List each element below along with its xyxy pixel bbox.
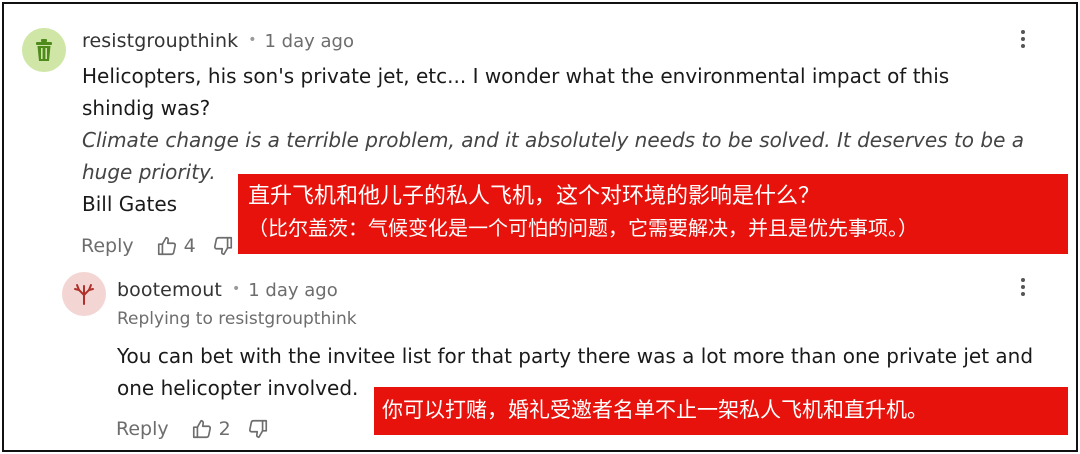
separator-dot: • [248,32,257,48]
like-count: 4 [183,235,196,257]
trash-can-icon [36,39,52,61]
translation-line: 直升飞机和他儿子的私人飞机，这个对环境的影响是什么？ [248,184,821,209]
timestamp[interactable]: 1 day ago [248,280,337,301]
thumbs-up-icon [192,419,211,439]
timestamp[interactable]: 1 day ago [264,31,353,52]
kebab-dot [1021,37,1025,41]
tree-icon [74,284,94,305]
thumbs-down-icon [248,419,267,439]
translation-caption: 你可以打赌，婚礼受邀者名单不止一架私人飞机和直升机。 [374,387,1068,435]
separator-dot: • [231,281,241,297]
replying-to-link[interactable]: Replying to resistgroupthink [117,309,357,329]
thumbs-up-icon [157,236,176,256]
more-options-button[interactable] [1013,28,1033,50]
translation-line: （比尔盖茨：气候变化是一个可怕的问题，它需要解决，并且是优先事项。） [248,216,918,240]
like-button[interactable]: 2 [191,418,231,440]
dislike-button[interactable] [212,235,234,257]
dislike-button[interactable] [247,418,269,440]
kebab-dot [1021,30,1025,34]
username[interactable]: resistgroupthink [82,30,238,52]
avatar[interactable] [22,28,66,72]
thumbs-down-icon [213,236,232,256]
comment-actions: Reply 4 [81,235,234,257]
like-button[interactable]: 4 [156,235,196,257]
reply-button[interactable]: Reply [81,235,134,257]
comment-meta: resistgroupthink • 1 day ago [82,30,354,52]
kebab-dot [1021,285,1025,289]
quote-attribution: Bill Gates [82,192,178,216]
translation-caption: 直升飞机和他儿子的私人飞机，这个对环境的影响是什么？ （比尔盖茨：气候变化是一个… [238,174,1068,254]
username[interactable]: bootemout [117,279,222,301]
like-count: 2 [218,418,231,440]
translation-line: 你可以打赌，婚礼受邀者名单不止一架私人飞机和直升机。 [382,398,928,422]
kebab-dot [1021,278,1025,282]
more-options-button[interactable] [1013,276,1033,298]
comment-actions: Reply 2 [116,418,269,440]
comment-body: Helicopters, his son's private jet, etc.… [82,64,950,120]
comment-meta: bootemout • 1 day ago [117,279,338,301]
kebab-dot [1021,44,1025,48]
reply-button[interactable]: Reply [116,418,169,440]
avatar[interactable] [62,272,106,316]
kebab-dot [1021,292,1025,296]
comments-panel: resistgroupthink • 1 day ago Helicopters… [2,2,1078,452]
